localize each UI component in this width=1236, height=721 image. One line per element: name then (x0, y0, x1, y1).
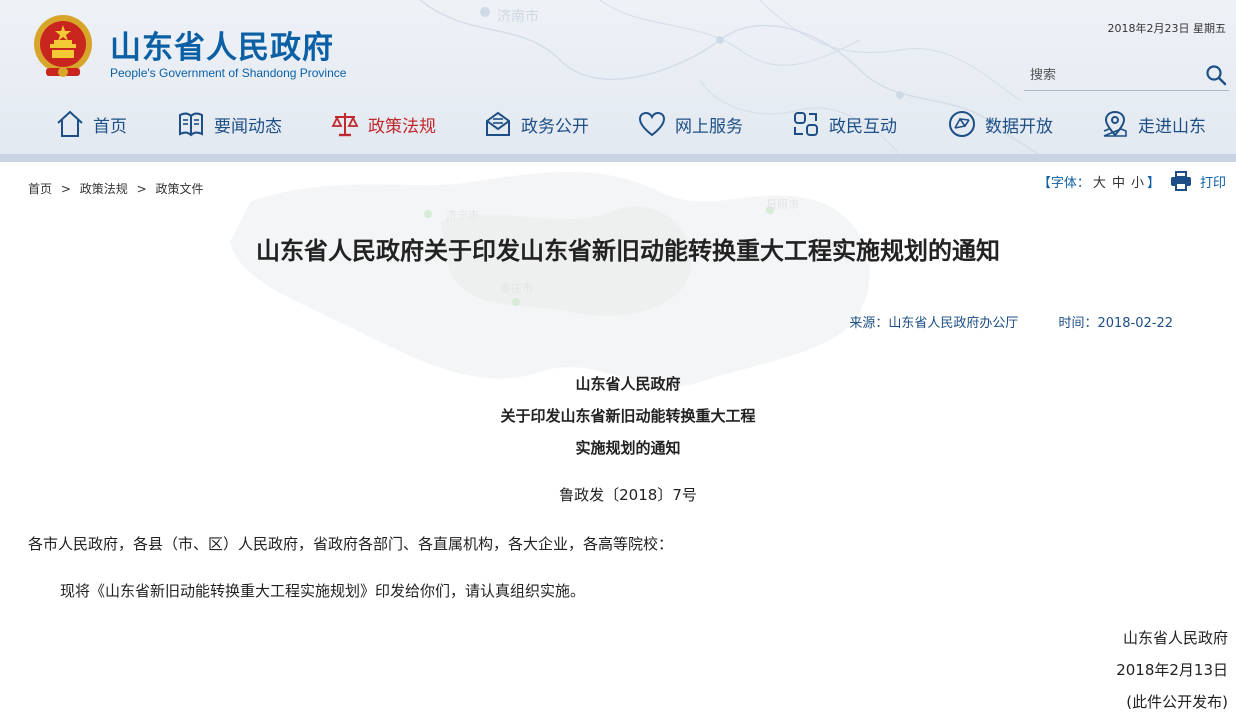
search-input[interactable] (1028, 64, 1197, 86)
site-subtitle: People's Government of Shandong Province (110, 66, 347, 80)
nav-item-home[interactable]: 首页 (55, 104, 176, 144)
signature: 山东省人民政府 (1122, 629, 1228, 647)
document-heading: 山东省人民政府 关于印发山东省新旧动能转换重大工程 实施规划的通知 (0, 368, 1236, 464)
sign-date: 2018年2月13日 (1116, 661, 1228, 679)
nav-label: 政策法规 (368, 116, 436, 137)
font-size-large[interactable]: 大 (1093, 172, 1106, 191)
body-paragraph: 现将《山东省新旧动能转换重大工程实施规划》印发给你们，请认真组织实施。 (60, 582, 586, 600)
nav-label: 走进山东 (1138, 116, 1206, 137)
heading-line: 关于印发山东省新旧动能转换重大工程 (500, 407, 756, 425)
map-pin-icon (1103, 110, 1127, 137)
font-size-label-close: 】 (1146, 175, 1160, 191)
map-label-rizhao: 日照市 (766, 198, 799, 211)
heading-line: 实施规划的通知 (575, 439, 681, 457)
article-meta: 来源：山东省人民政府办公厅 时间：2018-02-22 (849, 312, 1173, 331)
scales-icon (331, 113, 359, 137)
site-title[interactable]: 山东省人民政府 (110, 22, 334, 67)
nav-item-about-shandong[interactable]: 走进山东 (1100, 104, 1220, 144)
breadcrumb-separator: > (60, 182, 71, 196)
recipients-line: 各市人民政府，各县（市、区）人民政府，省政府各部门、各直属机构，各大企业，各高等… (28, 535, 674, 553)
print-button[interactable]: 打印 (1170, 171, 1226, 191)
map-label-jinan: 济南市 (497, 9, 539, 25)
print-label: 打印 (1199, 175, 1226, 191)
article-source: 来源：山东省人民政府办公厅 (849, 316, 1019, 331)
site-header: 济南市 山东省人民政府 People's Government of Shand… (0, 0, 1236, 155)
nav-item-policy[interactable]: 政策法规 (330, 104, 483, 144)
nav-label: 网上服务 (675, 116, 743, 137)
current-date: 2018年2月23日 星期五 (1107, 22, 1227, 35)
breadcrumb-policy[interactable]: 政策法规 (80, 182, 128, 196)
nav-item-news[interactable]: 要闻动态 (176, 104, 330, 144)
font-size-label-open: 【字体： (1037, 175, 1090, 191)
article-time: 时间：2018-02-22 (1058, 316, 1173, 331)
font-size-small[interactable]: 小 (1131, 172, 1144, 191)
breadcrumb-separator: > (136, 182, 147, 196)
interaction-icon (794, 112, 818, 136)
national-emblem-icon (34, 15, 92, 77)
heading-line: 山东省人民政府 (575, 375, 681, 393)
breadcrumb-policy-documents[interactable]: 政策文件 (155, 182, 203, 196)
font-size-medium[interactable]: 中 (1112, 172, 1125, 191)
printer-icon (1170, 171, 1191, 191)
heart-icon (638, 111, 666, 137)
nav-label: 政务公开 (521, 116, 589, 137)
data-network-icon (949, 111, 975, 137)
map-label-jining: 济宁市 (446, 209, 479, 222)
breadcrumb: 首页 > 政策法规 > 政策文件 (28, 180, 203, 197)
home-icon (57, 110, 83, 137)
nav-label: 要闻动态 (214, 116, 282, 137)
nav-item-online-services[interactable]: 网上服务 (637, 104, 791, 144)
nav-item-open-data[interactable]: 数据开放 (947, 104, 1100, 144)
map-label-zaozhuang: 枣庄市 (500, 282, 533, 295)
main-nav: 首页 要闻动态 政策法规 政务公开 网上服务 政民互动 数据开放 走进山东 (55, 104, 1220, 144)
header-divider (0, 154, 1236, 162)
document-number: 鲁政发〔2018〕7号 (559, 486, 697, 504)
article-title: 山东省人民政府关于印发山东省新旧动能转换重大工程实施规划的通知 (256, 237, 1000, 265)
nav-label: 政民互动 (829, 116, 897, 137)
nav-label: 首页 (93, 116, 127, 137)
nav-item-interaction[interactable]: 政民互动 (791, 104, 947, 144)
search-box (1024, 60, 1229, 91)
publication-note: (此件公开发布) (1126, 693, 1228, 711)
mail-open-icon (486, 111, 510, 136)
newspaper-icon (179, 112, 203, 137)
article-tools: 【字体： 大 中 小 】 打印 (1038, 171, 1226, 191)
breadcrumb-home[interactable]: 首页 (28, 182, 52, 196)
search-icon[interactable] (1205, 64, 1227, 86)
nav-item-government-affairs[interactable]: 政务公开 (483, 104, 637, 144)
nav-label: 数据开放 (985, 116, 1053, 137)
